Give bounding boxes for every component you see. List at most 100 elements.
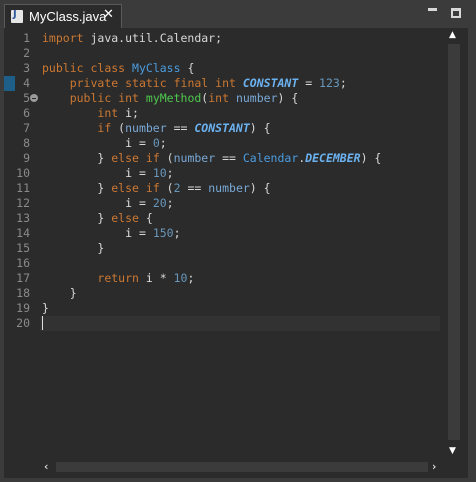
line-number: 1 <box>23 31 30 45</box>
line-number: 7 <box>23 121 30 135</box>
code-token: ; <box>166 166 174 180</box>
line-number: 10 <box>16 166 30 180</box>
code-line: import java.util.Calendar; <box>42 31 222 46</box>
code-editor[interactable]: 1 2 3 4 5 6 7 8 9 10 11 12 13 14 15 16 17 18 19 20 import j… <box>4 28 468 478</box>
code-token: private <box>69 76 119 90</box>
code-token: if <box>97 121 112 135</box>
code-line: public class MyClass { <box>42 61 194 76</box>
code-line: } else if (number == Calendar.DECEMBER) … <box>42 151 381 166</box>
code-line: int i; <box>42 106 139 121</box>
maximize-icon[interactable] <box>451 8 461 18</box>
code-token: 10 <box>173 271 188 285</box>
close-icon[interactable]: ✕ <box>103 7 114 22</box>
code-token: ; <box>166 196 174 210</box>
minimize-icon[interactable] <box>428 8 437 11</box>
code-token: if <box>145 181 160 195</box>
line-number: 13 <box>16 211 30 225</box>
horizontal-scroll-track[interactable] <box>56 462 428 472</box>
code-token: = <box>132 196 153 210</box>
line-number-gutter: 1 2 3 4 5 6 7 8 9 10 11 12 13 14 15 16 17 18 19 20 <box>4 28 38 458</box>
code-token: ; <box>173 226 181 240</box>
code-token: java.util.Calendar; <box>83 31 223 45</box>
overview-marker[interactable] <box>4 76 15 91</box>
line-number: 8 <box>23 136 30 150</box>
line-number: 11 <box>16 181 30 195</box>
code-token: == <box>166 121 195 135</box>
code-line: } <box>42 301 49 316</box>
code-token: number <box>173 151 216 165</box>
code-token: public <box>42 61 84 75</box>
code-line: } <box>42 286 77 301</box>
code-token: final <box>173 76 209 90</box>
line-number: 5 <box>23 91 30 105</box>
tab-title: MyClass.java <box>29 9 107 24</box>
line-number: 15 <box>16 241 30 255</box>
code-token: * <box>152 271 174 285</box>
code-token: = <box>132 136 153 150</box>
code-token: = <box>132 226 153 240</box>
tab-myclass-java[interactable]: J MyClass.java ✕ <box>4 4 122 28</box>
code-token: ; <box>187 271 195 285</box>
line-number: 12 <box>16 196 30 210</box>
vertical-scrollbar[interactable]: ▲ ▼ <box>446 28 462 462</box>
line-number: 9 <box>23 151 30 165</box>
code-token: } <box>42 286 77 300</box>
code-token: int <box>97 106 119 120</box>
horizontal-scrollbar[interactable]: ‹ › <box>40 460 442 474</box>
code-token: return <box>97 271 139 285</box>
code-token: Calendar <box>242 151 299 165</box>
code-token: ) { <box>360 151 382 165</box>
code-token: ) { <box>277 91 299 105</box>
code-token: ; <box>132 106 139 120</box>
scroll-up-icon[interactable]: ▲ <box>449 30 456 40</box>
text-caret <box>42 316 43 330</box>
code-token: public <box>69 91 112 105</box>
code-token: MyClass <box>132 61 181 75</box>
code-token: myMethod <box>145 91 202 105</box>
code-line: } else if (2 == number) { <box>42 181 270 196</box>
java-file-icon: J <box>11 9 23 23</box>
line-number: 16 <box>16 256 30 270</box>
code-token: { <box>138 211 153 225</box>
code-token: i <box>125 196 133 210</box>
code-token: 150 <box>152 226 174 240</box>
scroll-left-icon[interactable]: ‹ <box>44 460 48 474</box>
code-line: } <box>42 241 104 256</box>
fold-collapse-icon[interactable] <box>30 94 38 102</box>
code-token: i <box>125 226 133 240</box>
code-token: } <box>42 241 105 255</box>
vertical-scroll-track[interactable] <box>448 44 460 440</box>
code-token: ( <box>159 151 174 165</box>
code-token: } <box>42 211 112 225</box>
line-number: 2 <box>23 46 30 60</box>
code-token: ; <box>159 136 167 150</box>
scroll-right-icon[interactable]: › <box>432 460 436 474</box>
code-token: int <box>215 76 236 90</box>
code-token: i <box>125 136 133 150</box>
line-number: 14 <box>16 226 30 240</box>
code-line: i = 10; <box>42 166 174 181</box>
line-number: 20 <box>16 316 30 330</box>
code-area[interactable]: import java.util.Calendar; public class M… <box>40 28 444 458</box>
scroll-down-icon[interactable]: ▼ <box>449 446 456 456</box>
code-token: ( <box>111 121 126 135</box>
code-line: if (number == CONSTANT) { <box>42 121 271 136</box>
line-number: 3 <box>23 61 30 75</box>
java-file-icon-letter: J <box>13 9 17 20</box>
code-token: ) { <box>249 121 271 135</box>
code-token: else <box>111 181 139 195</box>
code-token: 10 <box>152 166 167 180</box>
code-token: 123 <box>319 76 340 90</box>
code-token: i <box>125 106 133 120</box>
